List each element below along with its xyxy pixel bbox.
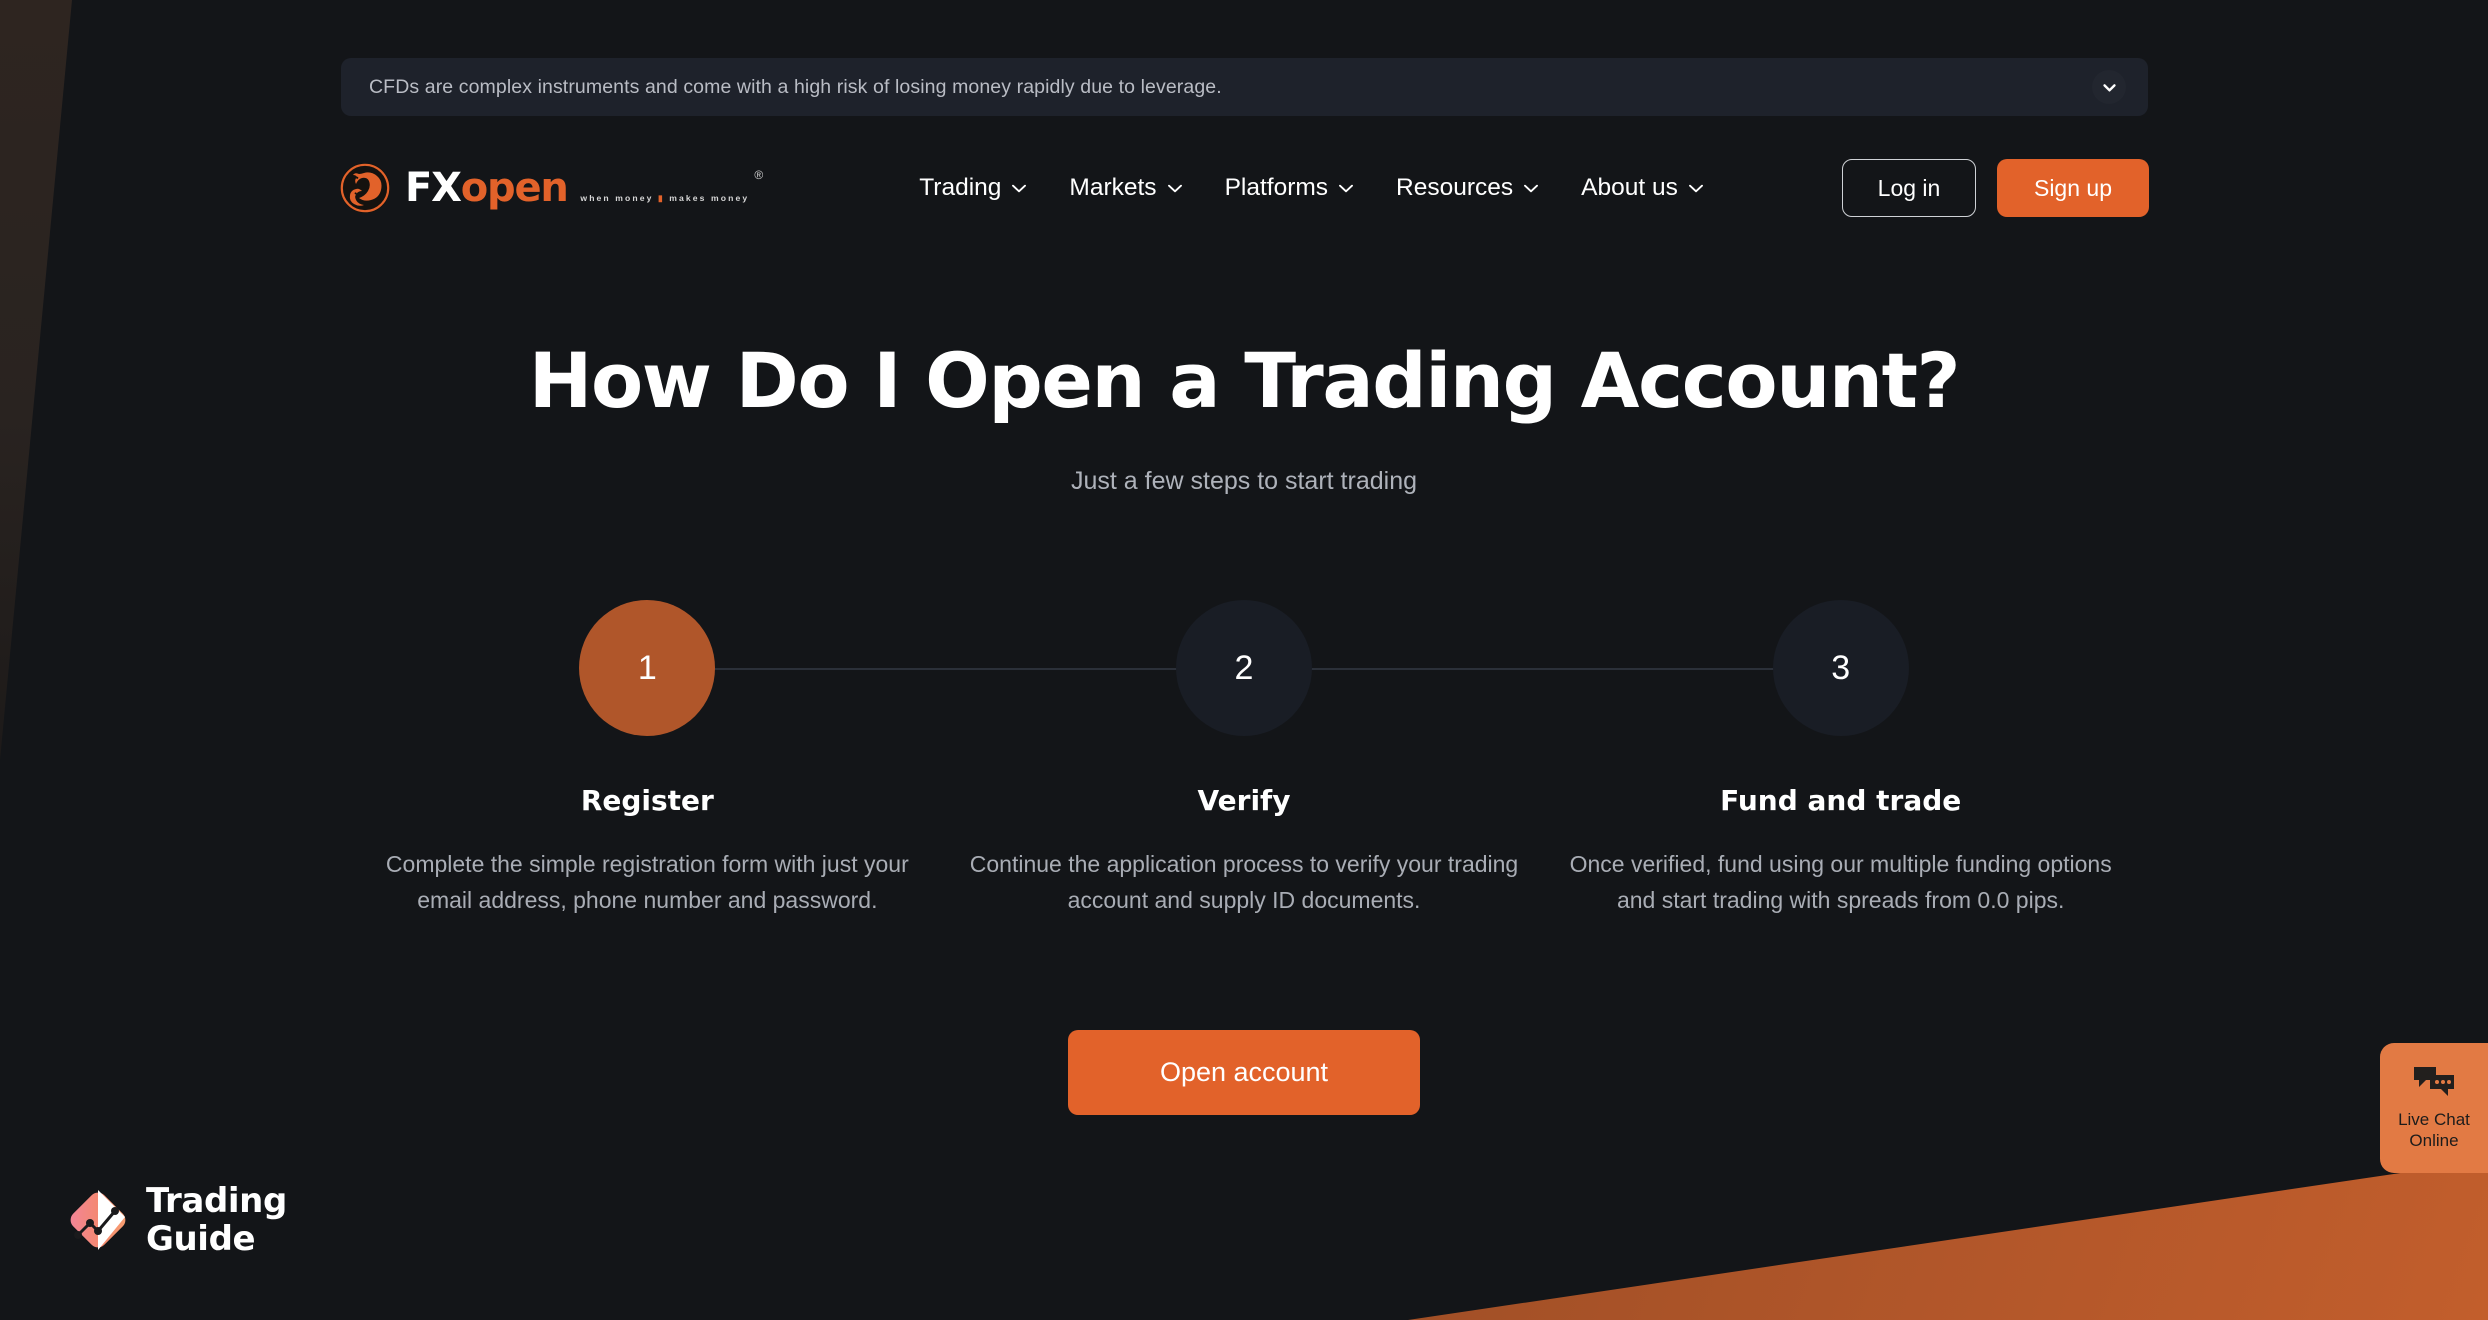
signup-button[interactable]: Sign up (1997, 159, 2149, 217)
step-description-2: Continue the application process to veri… (969, 851, 1519, 913)
login-button[interactable]: Log in (1842, 159, 1976, 217)
steps-list: 1 Register Complete the simple registrat… (349, 600, 2139, 918)
trading-guide-line2: Guide (146, 1218, 256, 1259)
nav-item-markets[interactable]: Markets (1069, 174, 1182, 202)
chevron-down-icon (1688, 184, 1703, 192)
logo-tagline: when money ▮ makes money (580, 193, 750, 203)
step-number-1: 1 (637, 648, 657, 687)
step-item-verify: 2 Verify Continue the application proces… (946, 600, 1841, 918)
fxopen-wordmark: FXopen ® when money ▮ makes money (405, 168, 763, 208)
step-number-badge-2: 2 (1176, 600, 1312, 736)
step-number-badge-1: 1 (579, 600, 716, 736)
chat-bubbles-icon (2412, 1065, 2456, 1104)
main-navigation: Trading Markets Platforms Resources Abou… (919, 174, 1703, 202)
fxopen-logo[interactable]: FXopen ® when money ▮ makes money (339, 162, 763, 214)
live-chat-line1: Live Chat (2398, 1109, 2470, 1129)
step-number-3: 3 (1831, 648, 1851, 687)
step-title-1: Register (580, 784, 714, 817)
step-number-2: 2 (1234, 648, 1254, 687)
live-chat-line2: Online (2409, 1130, 2459, 1150)
trading-guide-watermark: Trading Guide (68, 1182, 287, 1258)
chevron-down-icon[interactable] (2092, 70, 2126, 104)
chevron-down-icon (1339, 184, 1353, 192)
nav-item-resources[interactable]: Resources (1396, 174, 1539, 202)
step-description-3: Once verified, fund using our multiple f… (1569, 851, 2112, 913)
logo-tagline-left: when money (580, 193, 654, 203)
hero-section: How Do I Open a Trading Account? Just a … (0, 336, 2488, 496)
nav-item-resources-label: Resources (1396, 174, 1514, 201)
step-number-badge-3: 3 (1772, 600, 1909, 736)
auth-actions: Log in Sign up (1842, 159, 2149, 217)
site-header: FXopen ® when money ▮ makes money Tradin… (0, 140, 2488, 236)
step-title-2: Verify (1197, 784, 1291, 817)
risk-disclaimer-text: CFDs are complex instruments and come wi… (369, 75, 1222, 98)
trading-guide-diamond-chart-icon (68, 1187, 128, 1253)
page-root: CFDs are complex instruments and come wi… (0, 0, 2488, 1320)
nav-item-trading[interactable]: Trading (919, 174, 1027, 202)
open-account-button[interactable]: Open account (1068, 1030, 1420, 1115)
cta-section: Open account (0, 1030, 2488, 1115)
trading-guide-wordmark: Trading Guide (146, 1182, 287, 1258)
step-item-fund-and-trade: 3 Fund and trade Once verified, fund usi… (1542, 600, 2139, 918)
step-circle-row: 3 (1542, 600, 2139, 736)
fxopen-bull-bear-emblem-icon (339, 162, 391, 214)
nav-item-platforms-label: Platforms (1224, 174, 1329, 201)
nav-item-markets-label: Markets (1069, 174, 1157, 201)
step-item-register: 1 Register Complete the simple registrat… (349, 600, 1244, 918)
nav-item-platforms[interactable]: Platforms (1225, 174, 1353, 202)
live-chat-widget[interactable]: Live Chat Online (2380, 1043, 2488, 1173)
nav-item-about-us[interactable]: About us (1581, 174, 1703, 202)
chevron-down-icon (1524, 184, 1539, 192)
page-subtitle: Just a few steps to start trading (1071, 467, 1417, 496)
logo-word-fx: FX (405, 165, 462, 211)
chevron-down-icon (1012, 184, 1027, 192)
step-circle-row: 1 (349, 600, 1244, 736)
risk-disclaimer-banner: CFDs are complex instruments and come wi… (341, 58, 2148, 116)
live-chat-label: Live Chat Online (2398, 1110, 2470, 1151)
logo-word-open: open (460, 165, 569, 211)
chevron-down-icon (1167, 184, 1182, 192)
step-title-3: Fund and trade (1720, 784, 1962, 817)
risk-disclaimer-box: CFDs are complex instruments and come wi… (341, 58, 2148, 116)
nav-item-about-us-label: About us (1581, 174, 1678, 201)
logo-tagline-right: makes money (669, 193, 750, 203)
nav-item-trading-label: Trading (919, 174, 1002, 201)
step-description-1: Complete the simple registration form wi… (385, 851, 909, 913)
registered-trademark-icon: ® (754, 168, 764, 182)
page-title: How Do I Open a Trading Account? (528, 336, 1961, 425)
step-circle-row: 2 (946, 600, 1841, 736)
trading-guide-line1: Trading (146, 1180, 287, 1221)
